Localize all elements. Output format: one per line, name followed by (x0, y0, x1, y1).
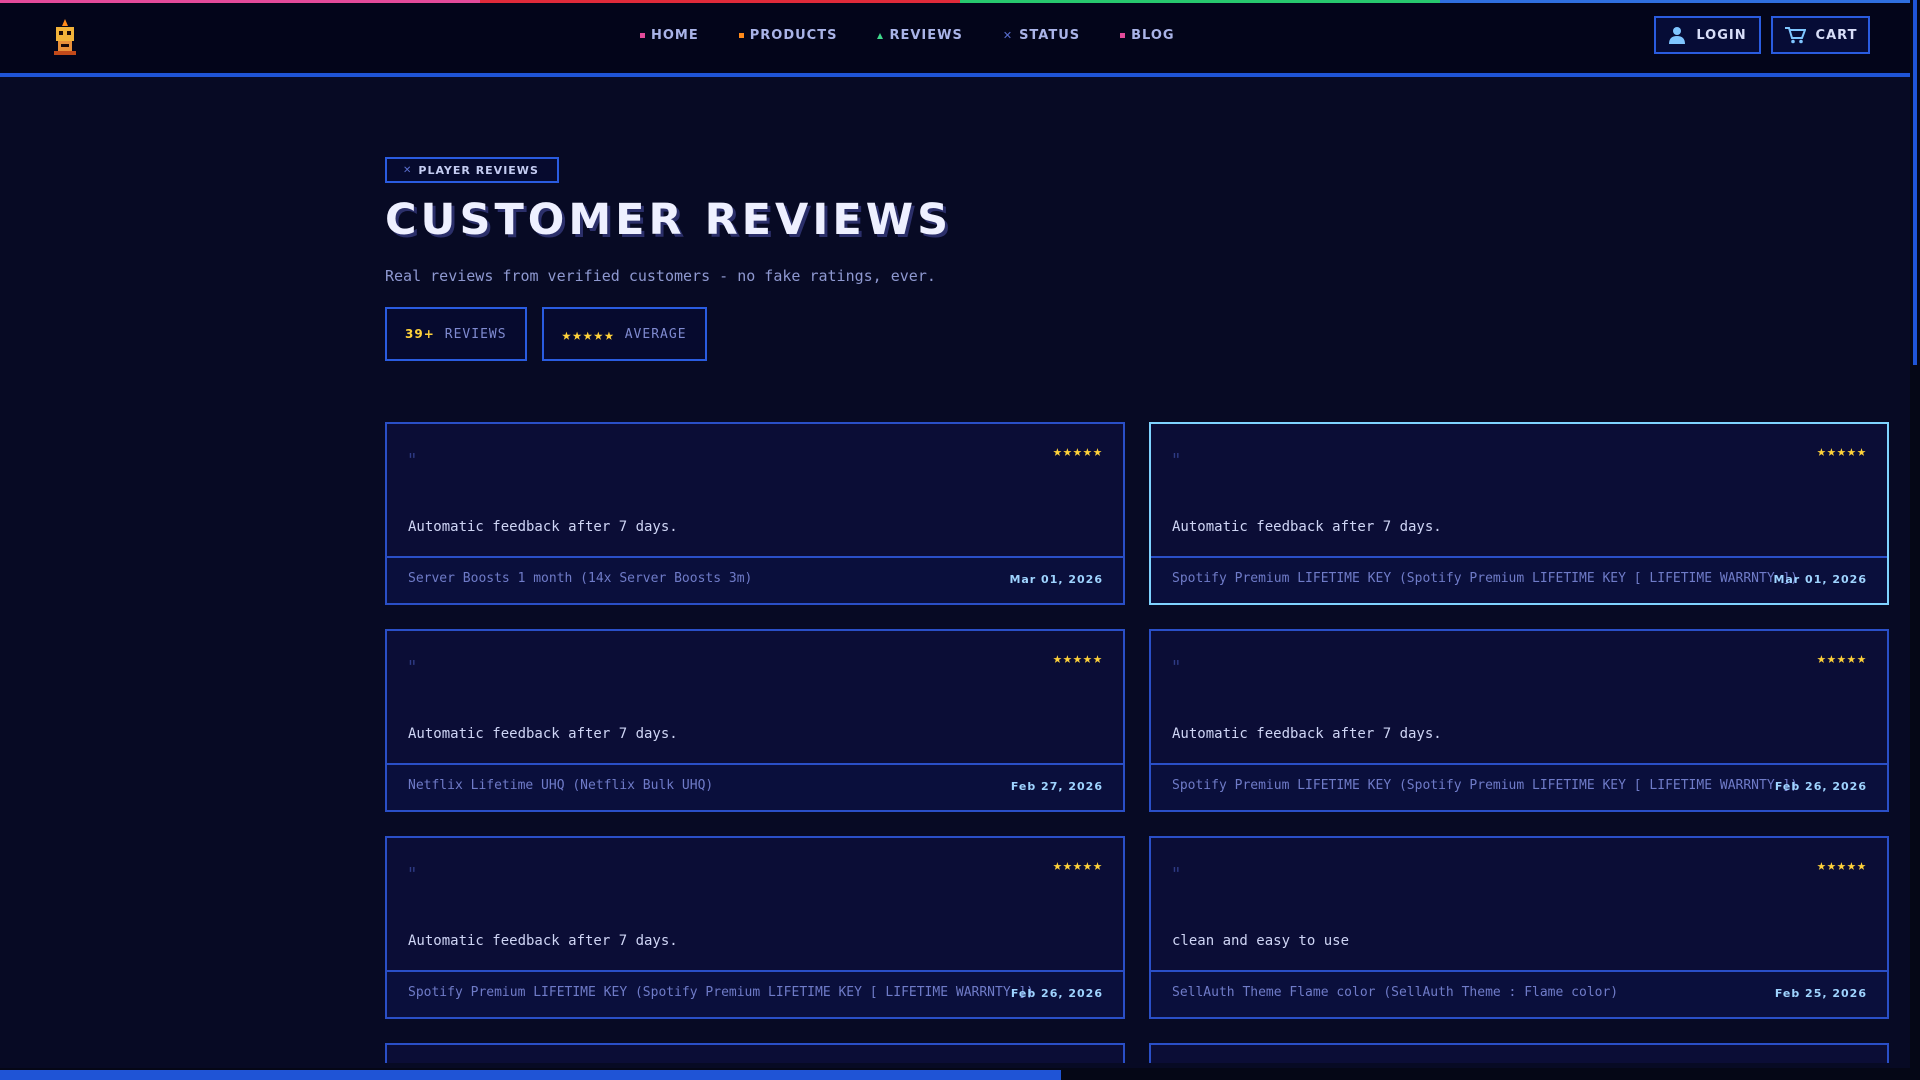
review-text: Automatic feedback after 7 days. (408, 519, 678, 535)
rating-stars-icon: ★★★★★ (1816, 442, 1867, 460)
nav-reviews-label: REVIEWS (889, 28, 963, 43)
page-title: CUSTOMER REVIEWS (385, 195, 953, 245)
review-date: Mar 01, 2026 (1009, 573, 1103, 586)
green-triangle-icon (877, 32, 884, 39)
review-card: " ★★★★★ Automatic feedback after 7 days.… (385, 836, 1125, 1019)
reviews-hero: ✕ PLAYER REVIEWS CUSTOMER REVIEWS Real r… (385, 157, 1890, 361)
player-reviews-badge: ✕ PLAYER REVIEWS (385, 157, 559, 183)
review-card: " ★★★★★ clean and easy to use SellAuth T… (1149, 836, 1889, 1019)
cart-button[interactable]: CART (1771, 16, 1870, 54)
quote-icon: " (408, 450, 417, 471)
review-footer: Spotify Premium LIFETIME KEY (Spotify Pr… (387, 970, 1123, 1017)
quote-icon: " (408, 864, 417, 885)
nav-reviews[interactable]: REVIEWS (877, 28, 962, 43)
horizontal-scrollbar[interactable] (0, 1068, 1920, 1080)
rating-stars-icon: ★★★★★ (1052, 856, 1103, 874)
quote-icon: " (1172, 657, 1181, 678)
quote-icon: " (408, 657, 417, 678)
navbar: HOME PRODUCTS REVIEWS ✕ STATUS BLOG LOGI… (0, 3, 1912, 77)
review-text: Automatic feedback after 7 days. (408, 933, 678, 949)
review-footer: Spotify Premium LIFETIME KEY (Spotify Pr… (1151, 763, 1887, 810)
nav-products-label: PRODUCTS (749, 28, 838, 43)
review-product: Spotify Premium LIFETIME KEY (Spotify Pr… (408, 985, 1035, 1000)
cart-label: CART (1815, 27, 1858, 43)
review-footer: Server Boosts 1 month (14x Server Boosts… (387, 556, 1123, 603)
login-button[interactable]: LOGIN (1654, 16, 1761, 54)
horizontal-scrollbar-thumb[interactable] (0, 1070, 1061, 1080)
review-date: Feb 27, 2026 (1010, 780, 1103, 793)
review-footer: Spotify Premium LIFETIME KEY (Spotify Pr… (1151, 556, 1887, 603)
review-text: Automatic feedback after 7 days. (1172, 519, 1442, 535)
review-product: SellAuth Theme Flame color (SellAuth The… (1172, 985, 1619, 1000)
pink-square-dot-icon (1120, 33, 1126, 38)
login-label: LOGIN (1696, 27, 1747, 43)
nav-home-label: HOME (651, 28, 699, 43)
orange-square-dot-icon (738, 33, 744, 38)
nav-blog[interactable]: BLOG (1120, 28, 1174, 43)
rating-stars-icon: ★★★★★ (1052, 649, 1103, 667)
review-stats: 39+ REVIEWS ★★★★★ AVERAGE (385, 307, 1890, 361)
reviews-grid: " ★★★★★ Automatic feedback after 7 days.… (385, 422, 1889, 1063)
blue-x-icon: ✕ (1002, 29, 1014, 42)
quote-icon: " (1172, 864, 1181, 885)
review-footer: Netflix Lifetime UHQ (Netflix Bulk UHQ) … (387, 763, 1123, 810)
average-label: AVERAGE (624, 326, 687, 342)
rating-stars-icon: ★★★★★ (1816, 649, 1867, 667)
x-icon: ✕ (403, 164, 413, 176)
vertical-scrollbar[interactable] (1910, 0, 1920, 1080)
review-card: " ★★★★★ Automatic feedback after 7 days.… (385, 422, 1125, 605)
review-count: 39+ (405, 327, 435, 341)
review-text: Automatic feedback after 7 days. (1172, 726, 1442, 742)
user-icon (1669, 27, 1686, 44)
quote-icon: " (1172, 450, 1181, 471)
robot-logo-icon[interactable] (50, 17, 80, 57)
review-card: " ★★★★★ Automatic feedback after 7 days.… (1149, 629, 1889, 812)
cart-icon (1784, 27, 1806, 44)
page-subtitle: Real reviews from verified customers - n… (385, 267, 936, 285)
nav-home[interactable]: HOME (640, 28, 699, 43)
review-date: Feb 25, 2026 (1774, 987, 1867, 1000)
rating-stars-icon: ★★★★★ (1052, 442, 1103, 460)
review-date: Feb 26, 2026 (1774, 780, 1867, 793)
review-footer: SellAuth Theme Flame color (SellAuth The… (1151, 970, 1887, 1017)
rating-stars-icon: ★★★★★ (1816, 856, 1867, 874)
average-rating-stat: ★★★★★ AVERAGE (541, 307, 707, 361)
nav-products[interactable]: PRODUCTS (738, 28, 838, 43)
review-card-partial (385, 1043, 1125, 1063)
review-product: Netflix Lifetime UHQ (Netflix Bulk UHQ) (408, 778, 714, 793)
average-stars-icon: ★★★★★ (561, 324, 615, 344)
review-product: Spotify Premium LIFETIME KEY (Spotify Pr… (1172, 571, 1799, 586)
vertical-scrollbar-thumb[interactable] (1913, 0, 1917, 365)
review-text: Automatic feedback after 7 days. (408, 726, 678, 742)
nav-status[interactable]: ✕ STATUS (1003, 28, 1080, 43)
nav-blog-label: BLOG (1131, 28, 1175, 43)
nav-status-label: STATUS (1019, 28, 1081, 43)
pink-square-dot-icon (640, 33, 645, 38)
main-nav: HOME PRODUCTS REVIEWS ✕ STATUS BLOG (640, 28, 1175, 43)
review-card-partial (1149, 1043, 1889, 1063)
review-product: Spotify Premium LIFETIME KEY (Spotify Pr… (1172, 778, 1799, 793)
review-date: Mar 01, 2026 (1773, 573, 1867, 586)
badge-label: PLAYER REVIEWS (418, 163, 539, 177)
review-text: clean and easy to use (1172, 933, 1350, 949)
review-count-stat: 39+ REVIEWS (385, 307, 527, 361)
review-date: Feb 26, 2026 (1010, 987, 1103, 1000)
review-card: " ★★★★★ Automatic feedback after 7 days.… (1149, 422, 1889, 605)
review-card: " ★★★★★ Automatic feedback after 7 days.… (385, 629, 1125, 812)
review-count-label: REVIEWS (444, 326, 507, 342)
review-product: Server Boosts 1 month (14x Server Boosts… (408, 571, 753, 586)
